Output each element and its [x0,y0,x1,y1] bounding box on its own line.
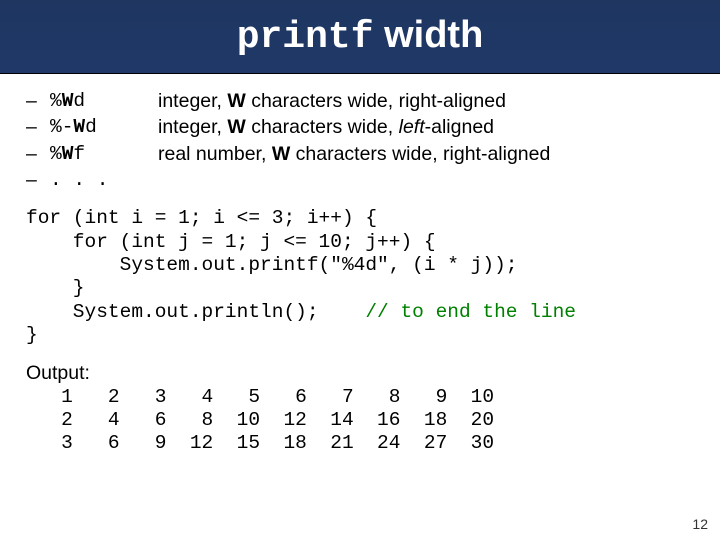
ellipsis: . . . [50,167,158,193]
slide-title: printf width [237,14,484,59]
format-code: %Wf [50,141,158,167]
format-desc: integer, W characters wide, left-aligned [158,114,494,140]
list-item: – . . . [26,167,694,193]
title-rest: width [374,14,484,56]
output-row: 3 6 9 12 15 18 21 24 27 30 [26,432,494,454]
output-label: Output: [26,360,694,386]
slide-body: – %Wd integer, W characters wide, right-… [0,74,720,455]
list-item: – %Wf real number, W characters wide, ri… [26,141,694,167]
format-code: %Wd [50,88,158,114]
code-block: for (int i = 1; i <= 3; i++) { for (int … [26,207,694,347]
code-comment: // to end the line [365,301,576,323]
list-item: – %Wd integer, W characters wide, right-… [26,88,694,114]
slide: printf width – %Wd integer, W characters… [0,0,720,540]
list-item: – %-Wd integer, W characters wide, left-… [26,114,694,140]
format-code: %-Wd [50,114,158,140]
format-specifier-list: – %Wd integer, W characters wide, right-… [26,88,694,193]
bullet-dash: – [26,141,50,167]
bullet-dash: – [26,167,50,193]
bullet-dash: – [26,88,50,114]
output-row: 1 2 3 4 5 6 7 8 9 10 [26,386,494,408]
page-number: 12 [692,516,708,532]
title-bar: printf width [0,0,720,74]
format-desc: integer, W characters wide, right-aligne… [158,88,506,114]
output-block: 1 2 3 4 5 6 7 8 9 10 2 4 6 8 10 12 14 16… [26,386,694,455]
title-code: printf [237,16,374,59]
output-row: 2 4 6 8 10 12 14 16 18 20 [26,409,494,431]
format-desc: real number, W characters wide, right-al… [158,141,550,167]
bullet-dash: – [26,114,50,140]
